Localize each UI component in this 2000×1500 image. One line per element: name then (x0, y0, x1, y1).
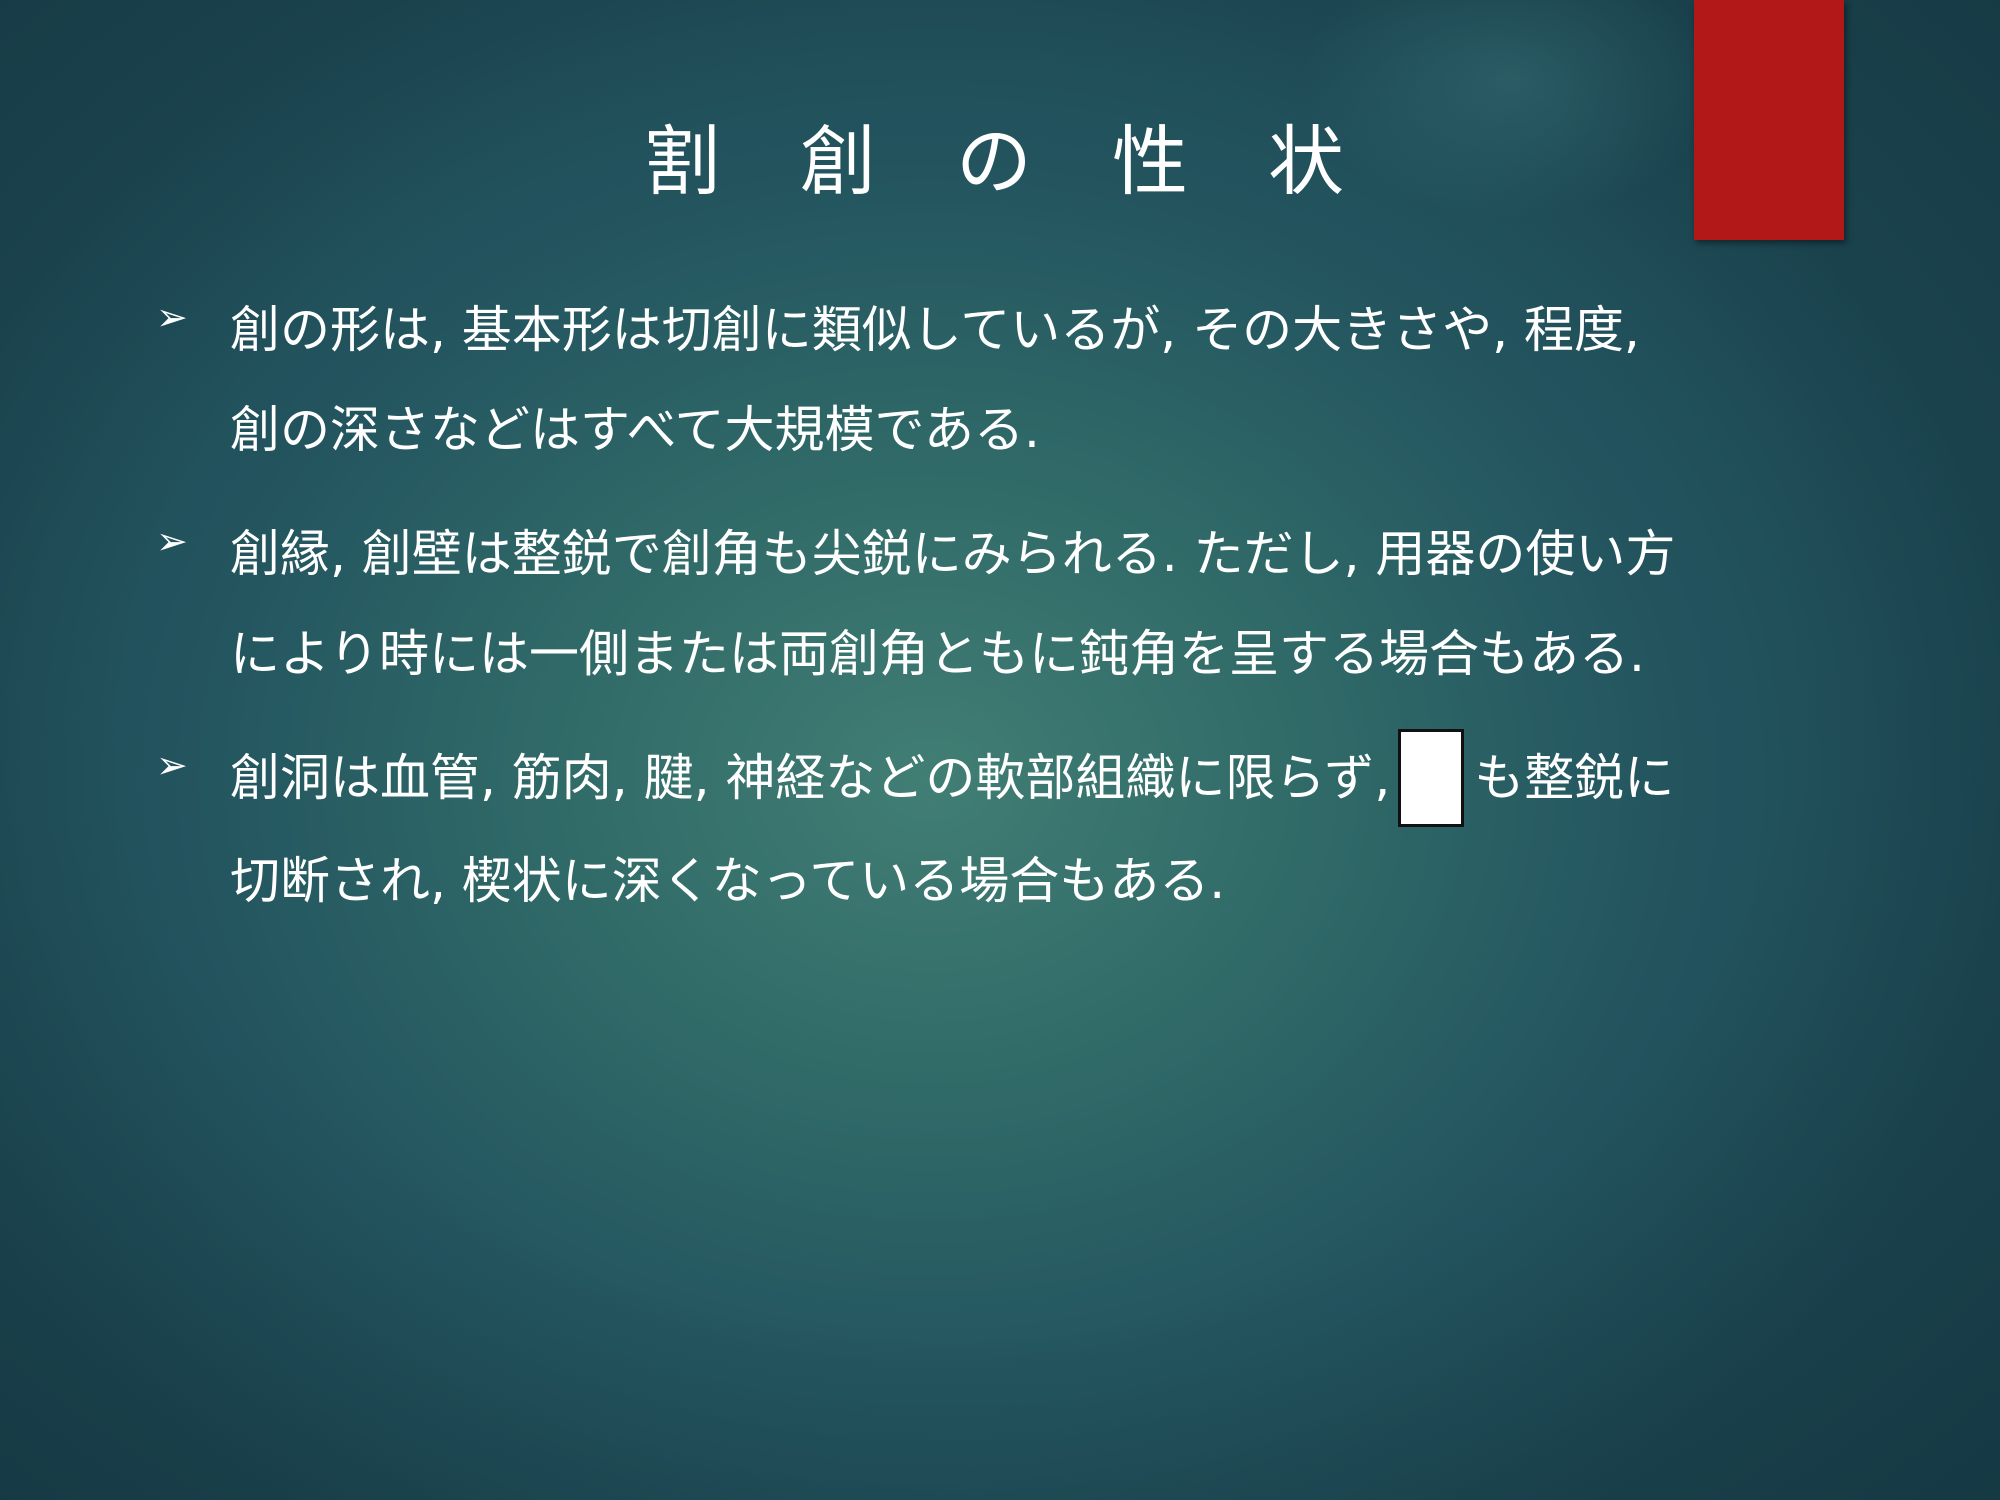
bullet-text-line: 切断され, 楔状に深くなっている場合もある. (230, 851, 1226, 910)
arrow-bullet-icon: ➢ (156, 743, 188, 787)
bullet-text-line: 創の形は, 基本形は切創に類似しているが, その大きさや, 程度, (230, 301, 1640, 359)
answer-blank-box (1398, 728, 1465, 827)
arrow-bullet-icon: ➢ (156, 295, 188, 339)
bullet-list: ➢ 創の形は, 基本形は切創に類似しているが, その大きさや, 程度, 創の深さ… (150, 280, 1850, 955)
bullet-text-line: 創の深さなどはすべて大規模である. (230, 401, 1040, 459)
arrow-bullet-icon: ➢ (156, 519, 188, 563)
bullet-text-line: 創縁, 創壁は整鋭で創角も尖鋭にみられる. ただし, 用器の使い方 (230, 525, 1676, 583)
bullet-text-line: 創洞は血管, 筋肉, 腱, 神経などの軟部組織に限らず, も整鋭に (230, 728, 1850, 831)
bullet-item-2: ➢ 創縁, 創壁は整鋭で創角も尖鋭にみられる. ただし, 用器の使い方 により時… (150, 504, 1850, 704)
bullet-text-line: により時には一側または両創角ともに鈍角を呈する場合もある. (230, 625, 1645, 683)
bullet-item-1: ➢ 創の形は, 基本形は切創に類似しているが, その大きさや, 程度, 創の深さ… (150, 280, 1850, 480)
bullet-item-3: ➢ 創洞は血管, 筋肉, 腱, 神経などの軟部組織に限らず, も整鋭に 切断され,… (150, 728, 1850, 931)
slide-title: 割 創 の 性 状 (644, 117, 1346, 206)
bullet-text-before-blank: 創洞は血管, 筋肉, 腱, 神経などの軟部組織に限らず, (230, 749, 1391, 807)
bullet-text-after-blank: も整鋭に (1474, 749, 1675, 807)
